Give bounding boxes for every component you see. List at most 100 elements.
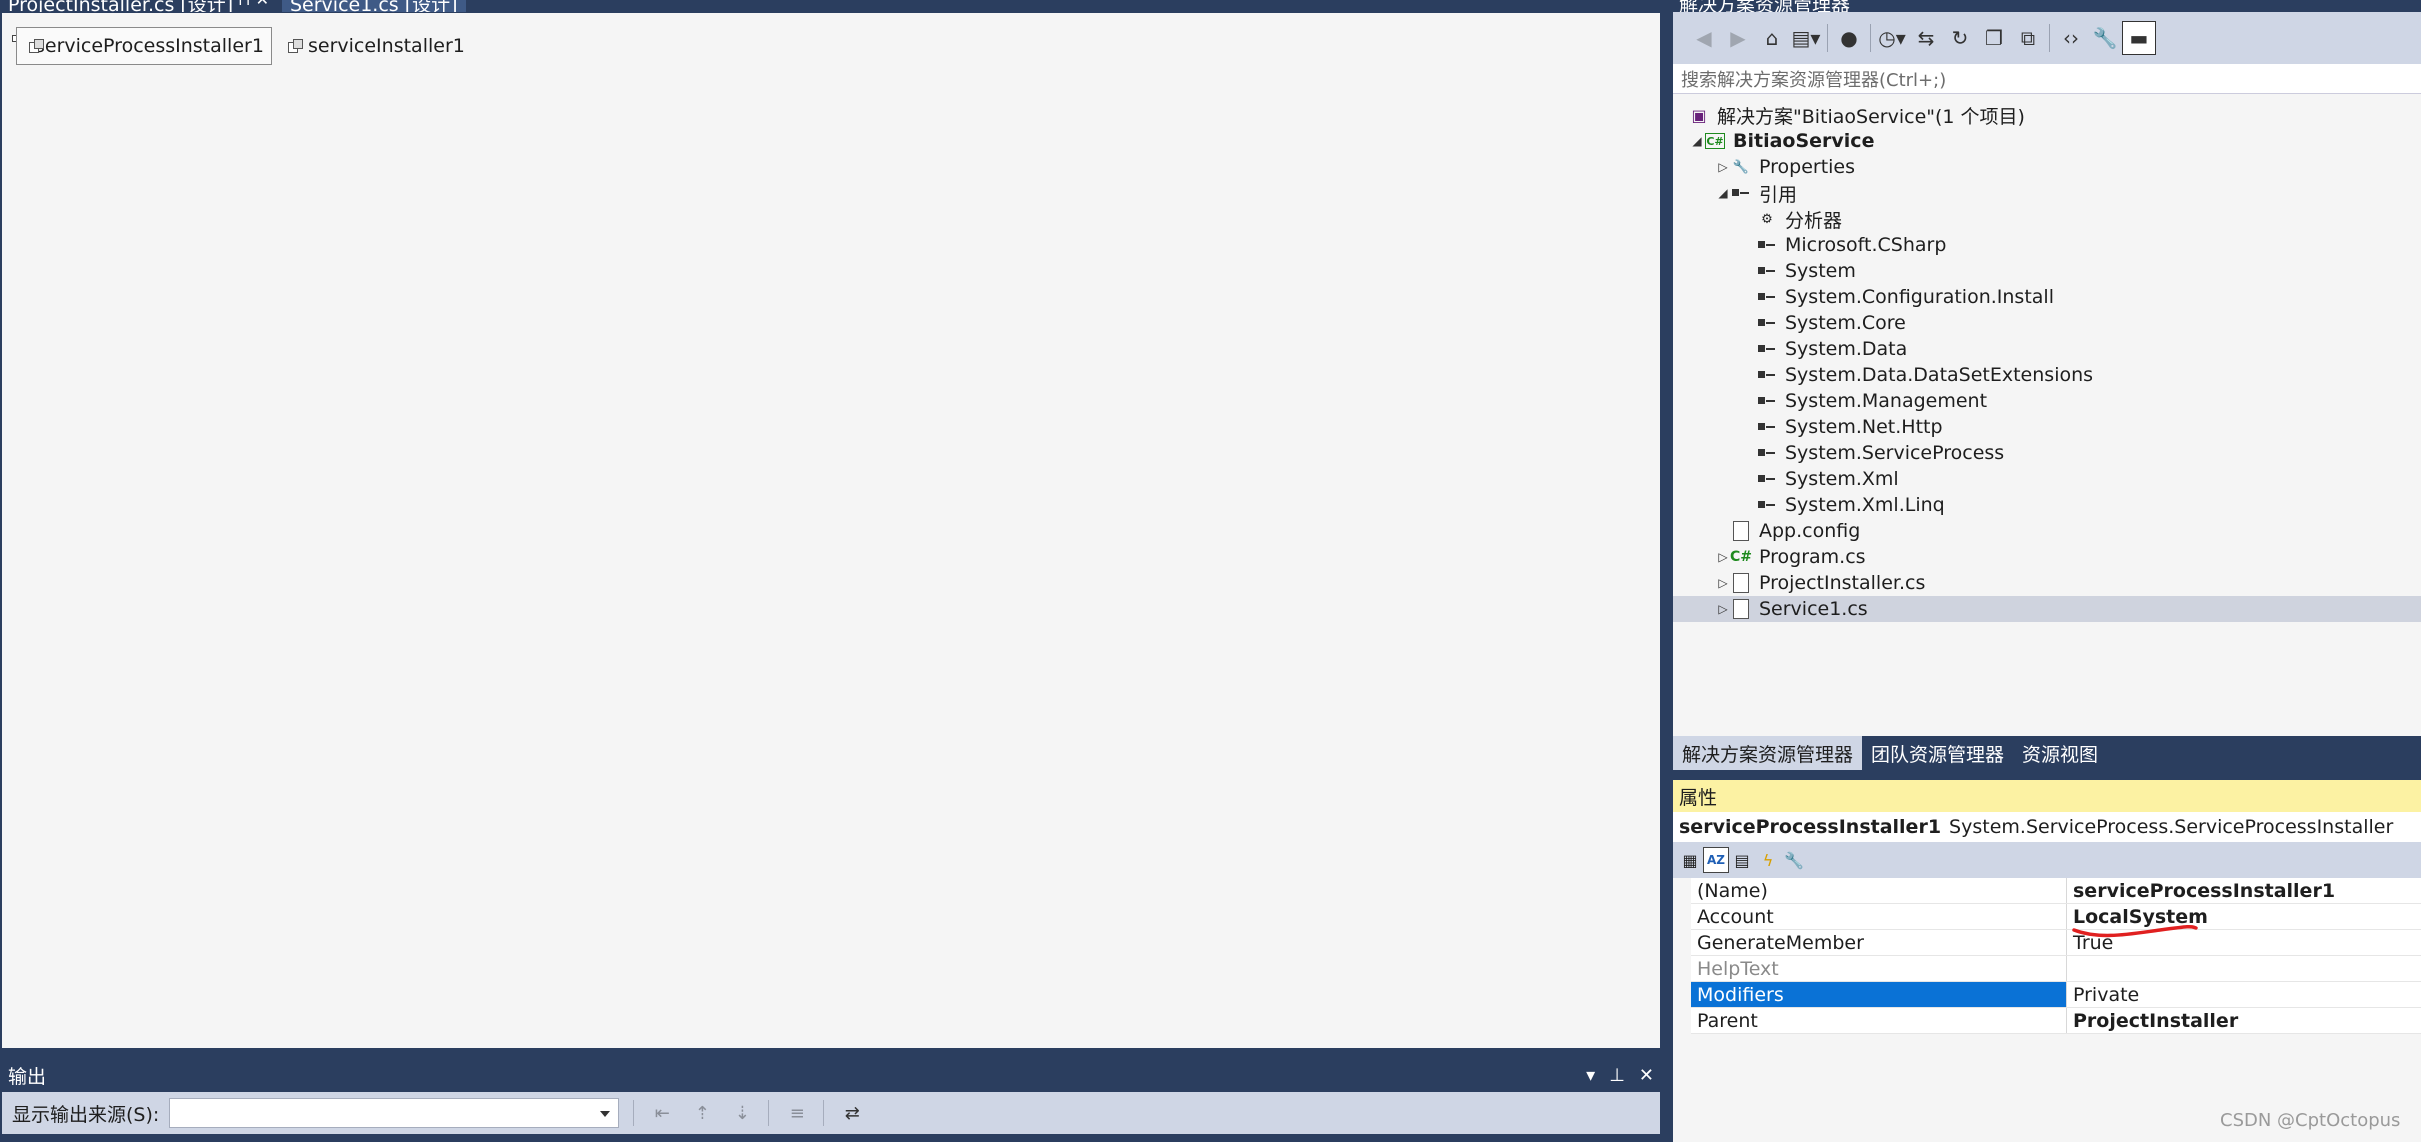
csharp-project-icon: C#	[1705, 133, 1725, 149]
component-label: serviceInstaller1	[308, 35, 465, 57]
forward-icon[interactable]: ▶	[1721, 21, 1755, 55]
categorized-icon[interactable]: ▦	[1677, 847, 1703, 873]
property-name: HelpText	[1691, 956, 2067, 981]
events-lightning-icon[interactable]: ϟ	[1755, 847, 1781, 873]
tab-projectinstaller-design[interactable]: ProjectInstaller.cs [设计]	[0, 0, 241, 12]
solution-icon: ▣	[1691, 105, 1707, 125]
home-icon[interactable]: ⌂	[1755, 21, 1789, 55]
collapsed-arrow-icon[interactable]: ▷	[1715, 601, 1731, 617]
sync-icon[interactable]: ⇆	[1909, 21, 1943, 55]
tab-pin-icon[interactable]: ⊓ ✕	[230, 0, 277, 12]
refresh-icon[interactable]: ↻	[1943, 21, 1977, 55]
object-type: System.ServiceProcess.ServiceProcessInst…	[1949, 816, 2394, 838]
tree-project-node[interactable]: ◢ C# BitiaoService	[1673, 128, 2421, 154]
property-name: (Name)	[1691, 878, 2067, 903]
reference-icon	[1757, 392, 1777, 410]
tree-service1-node[interactable]: ▷ Service1.cs	[1673, 596, 2421, 622]
tree-reference-item[interactable]: System.ServiceProcess	[1673, 440, 2421, 466]
expanded-arrow-icon[interactable]: ◢	[1715, 185, 1731, 201]
collapsed-arrow-icon[interactable]: ▷	[1715, 159, 1731, 175]
reference-icon	[1757, 262, 1777, 280]
collapse-all-icon[interactable]: ❐	[1977, 21, 2011, 55]
property-row-generatemember[interactable]: GenerateMember True	[1691, 930, 2421, 956]
property-value[interactable]: serviceProcessInstaller1	[2067, 878, 2421, 903]
property-row-name[interactable]: (Name) serviceProcessInstaller1	[1691, 878, 2421, 904]
property-row-modifiers[interactable]: Modifiers Private	[1691, 982, 2421, 1008]
clear-all-icon[interactable]: ≡	[785, 1101, 809, 1125]
tree-solution-node[interactable]: ▣ 解决方案"BitiaoService"(1 个项目)	[1673, 102, 2421, 128]
toolbar-separator	[633, 1100, 635, 1126]
tree-projectinstaller-node[interactable]: ▷ ProjectInstaller.cs	[1673, 570, 2421, 596]
property-value[interactable]: ProjectInstaller	[2067, 1008, 2421, 1033]
property-name: Account	[1691, 904, 2067, 929]
tree-analyzer-node[interactable]: ⚙ 分析器	[1673, 206, 2421, 232]
properties-object-selector[interactable]: serviceProcessInstaller1 System.ServiceP…	[1673, 812, 2421, 842]
previous-message-icon[interactable]: ⇡	[690, 1101, 714, 1125]
dropdown-icon[interactable]: ▾	[1586, 1065, 1595, 1086]
expanded-arrow-icon[interactable]: ◢	[1689, 133, 1705, 149]
component-file-icon	[1733, 599, 1749, 619]
property-pages-wrench-icon[interactable]: 🔧	[1781, 847, 1807, 873]
globe-icon[interactable]: ●	[1832, 21, 1866, 55]
switch-views-icon[interactable]: ▤▾	[1789, 21, 1823, 55]
property-name: GenerateMember	[1691, 930, 2067, 955]
tree-reference-item[interactable]: System.Data	[1673, 336, 2421, 362]
component-serviceinstaller[interactable]: serviceInstaller1	[276, 27, 477, 65]
tree-appconfig-node[interactable]: App.config	[1673, 518, 2421, 544]
output-title: 输出	[8, 1065, 47, 1088]
pin-icon[interactable]: ⊥	[1609, 1065, 1625, 1086]
word-wrap-icon[interactable]: ⇄	[840, 1101, 864, 1125]
view-code-icon[interactable]: ‹›	[2054, 21, 2088, 55]
toolbar-separator	[823, 1100, 825, 1126]
watermark: CSDN @CptOctopus	[2220, 1110, 2401, 1131]
property-row-helptext[interactable]: HelpText	[1691, 956, 2421, 982]
tree-reference-item[interactable]: System.Core	[1673, 310, 2421, 336]
property-name: Parent	[1691, 1008, 2067, 1033]
object-name: serviceProcessInstaller1	[1679, 816, 1942, 838]
tab-resource-view[interactable]: 资源视图	[2013, 736, 2107, 770]
component-serviceprocessinstaller[interactable]: serviceProcessInstaller1	[16, 27, 272, 65]
property-row-account[interactable]: Account LocalSystem	[1691, 904, 2421, 930]
tree-reference-item[interactable]: System.Data.DataSetExtensions	[1673, 362, 2421, 388]
close-icon[interactable]: ✕	[1639, 1065, 1654, 1086]
reference-icon	[1757, 418, 1777, 436]
alphabetical-icon[interactable]: AZ	[1703, 847, 1729, 873]
properties-page-icon[interactable]: ▤	[1729, 847, 1755, 873]
back-icon[interactable]: ◀	[1687, 21, 1721, 55]
collapsed-arrow-icon[interactable]: ▷	[1715, 549, 1731, 565]
property-value[interactable]	[2067, 956, 2421, 981]
property-value[interactable]: Private	[2067, 982, 2421, 1007]
component-designer-surface[interactable]: serviceProcessInstaller1 serviceInstalle…	[2, 13, 1660, 1048]
find-message-icon[interactable]: ⇤	[650, 1101, 674, 1125]
solution-explorer-toolbar: ◀ ▶ ⌂ ▤▾ ● ◷▾ ⇆ ↻ ❐ ⧉ ‹› 🔧 ▬	[1673, 12, 2421, 64]
tree-reference-item[interactable]: System	[1673, 258, 2421, 284]
solution-explorer-search-input[interactable]: 搜索解决方案资源管理器(Ctrl+;)	[1673, 64, 2421, 94]
next-message-icon[interactable]: ⇣	[730, 1101, 754, 1125]
tab-solution-explorer[interactable]: 解决方案资源管理器	[1673, 736, 1863, 770]
output-source-select[interactable]	[169, 1098, 620, 1128]
tree-references-node[interactable]: ◢ 引用	[1673, 180, 2421, 206]
tree-reference-item[interactable]: System.Net.Http	[1673, 414, 2421, 440]
solution-explorer-title-bar: 解决方案资源管理器	[1675, 0, 2421, 12]
tree-reference-item[interactable]: System.Configuration.Install	[1673, 284, 2421, 310]
tree-program-node[interactable]: ▷ C# Program.cs	[1673, 544, 2421, 570]
tree-properties-node[interactable]: ▷ 🔧 Properties	[1673, 154, 2421, 180]
tree-reference-item[interactable]: Microsoft.CSharp	[1673, 232, 2421, 258]
tree-reference-item[interactable]: System.Xml	[1673, 466, 2421, 492]
show-all-files-icon[interactable]: ⧉	[2011, 21, 2045, 55]
property-grid: (Name) serviceProcessInstaller1 Account …	[1673, 878, 2421, 1142]
tab-service1-design[interactable]: Service1.cs [设计]	[282, 0, 466, 12]
analyzer-icon: ⚙	[1761, 211, 1773, 227]
pending-changes-icon[interactable]: ◷▾	[1875, 21, 1909, 55]
tree-reference-item[interactable]: System.Xml.Linq	[1673, 492, 2421, 518]
properties-wrench-icon[interactable]: 🔧	[2088, 21, 2122, 55]
reference-icon	[1731, 184, 1751, 202]
property-row-parent[interactable]: Parent ProjectInstaller	[1691, 1008, 2421, 1034]
collapsed-arrow-icon[interactable]: ▷	[1715, 575, 1731, 591]
wrench-icon: 🔧	[1732, 159, 1750, 175]
output-panel-header: 输出 ▾ ⊥ ✕	[2, 1058, 1660, 1092]
reference-icon	[1757, 496, 1777, 514]
tab-team-explorer[interactable]: 团队资源管理器	[1862, 736, 2013, 770]
tree-reference-item[interactable]: System.Management	[1673, 388, 2421, 414]
preview-icon[interactable]: ▬	[2122, 21, 2156, 55]
